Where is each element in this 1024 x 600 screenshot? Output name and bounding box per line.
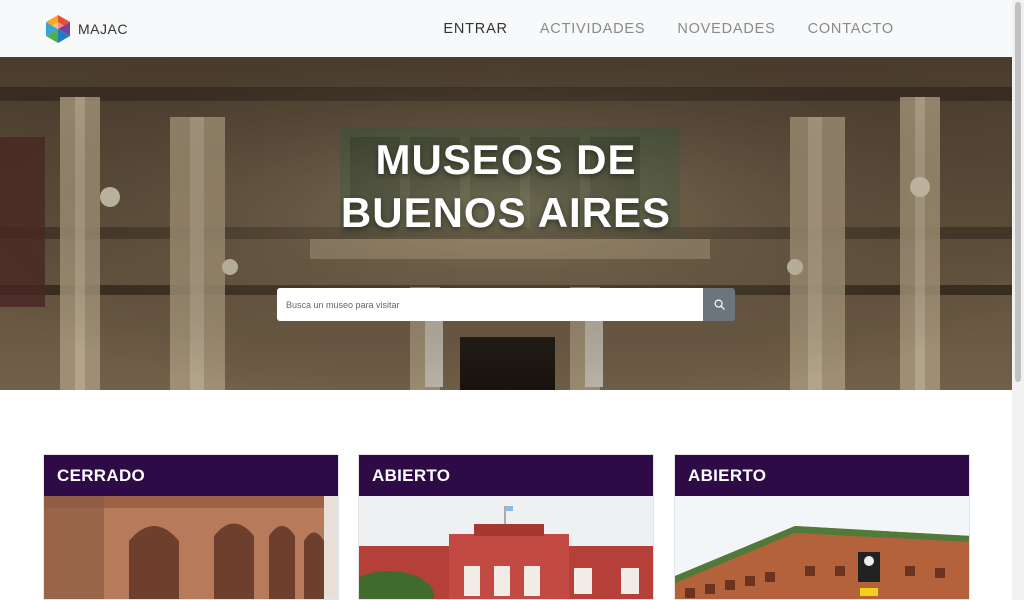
card-status: CERRADO	[44, 455, 338, 496]
hexagon-cube-logo-icon	[46, 15, 70, 43]
brand-link[interactable]: MAJAC	[43, 14, 128, 44]
museum-search-input[interactable]	[277, 288, 703, 321]
main-nav: ENTRAR ACTIVIDADES NOVEDADES CONTACTO	[411, 0, 894, 57]
card-status: ABIERTO	[675, 455, 969, 496]
hero-banner: MUSEOS DE BUENOS AIRES	[0, 57, 1012, 390]
nav-item-entrar[interactable]: ENTRAR	[443, 21, 507, 37]
navbar: MAJAC ENTRAR ACTIVIDADES NOVEDADES CONTA…	[0, 0, 1012, 57]
hero-title: MUSEOS DE BUENOS AIRES	[0, 133, 1012, 239]
search-icon	[714, 299, 725, 310]
card-status: ABIERTO	[359, 455, 653, 496]
page: MAJAC ENTRAR ACTIVIDADES NOVEDADES CONTA…	[0, 0, 1024, 600]
museum-photo	[359, 496, 653, 599]
hero-title-line-1: MUSEOS DE	[375, 136, 637, 183]
museum-card-2[interactable]: ABIERTO	[358, 454, 654, 600]
nav-item-contacto[interactable]: CONTACTO	[808, 21, 894, 37]
museum-photo	[44, 496, 338, 599]
hero-title-line-2: BUENOS AIRES	[340, 189, 672, 236]
nav-item-novedades[interactable]: NOVEDADES	[677, 21, 775, 37]
museum-search	[277, 288, 735, 321]
scrollbar-thumb[interactable]	[1015, 2, 1021, 382]
museum-card-1[interactable]: CERRADO	[43, 454, 339, 600]
brand-name: MAJAC	[78, 21, 128, 37]
museum-card-3[interactable]: ABIERTO	[674, 454, 970, 600]
nav-item-actividades[interactable]: ACTIVIDADES	[540, 21, 646, 37]
page-scrollbar[interactable]	[1012, 0, 1024, 600]
museum-photo	[675, 496, 969, 599]
search-button[interactable]	[703, 288, 735, 321]
